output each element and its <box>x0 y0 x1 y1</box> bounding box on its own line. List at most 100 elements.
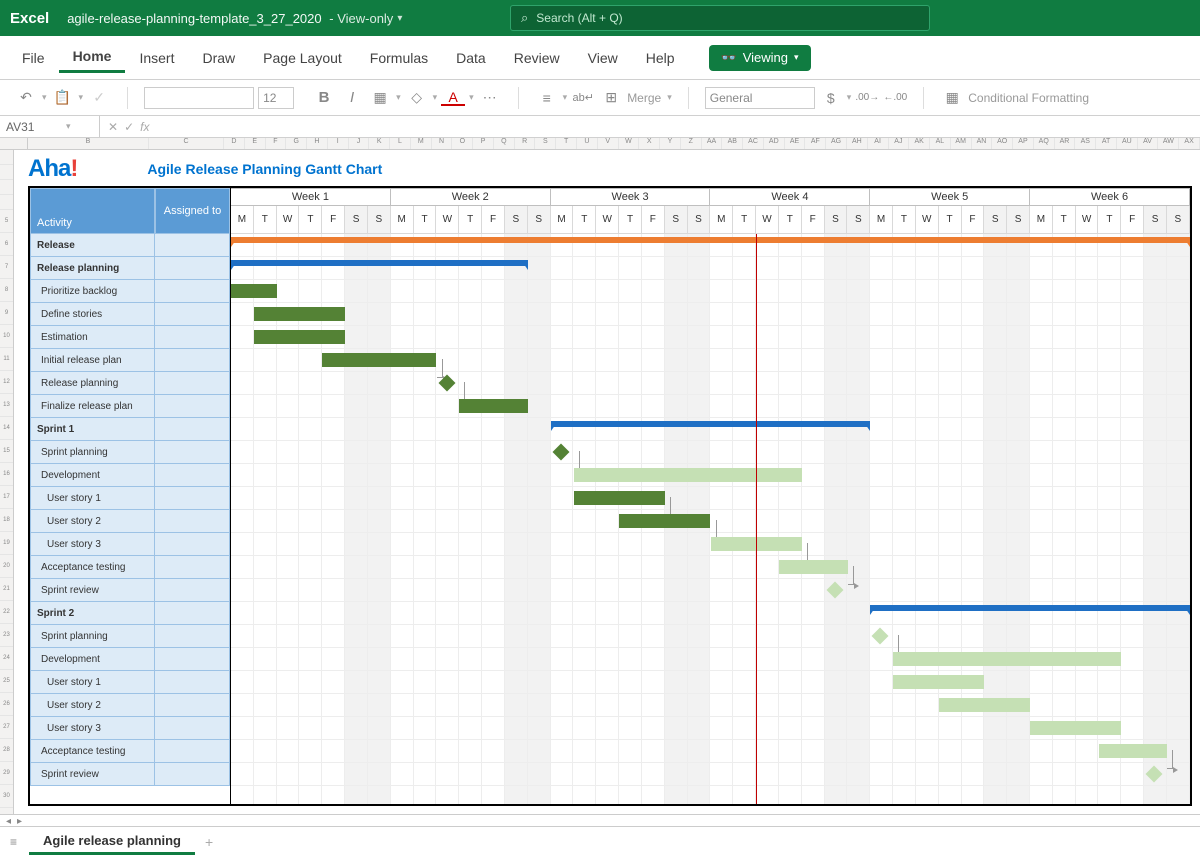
menu-review[interactable]: Review <box>500 44 574 72</box>
align-icon[interactable]: ≡ <box>535 86 559 110</box>
viewing-button[interactable]: 👓 Viewing ▾ <box>709 45 811 71</box>
task-assigned[interactable] <box>155 418 230 441</box>
cancel-icon[interactable]: ✕ <box>108 120 118 134</box>
font-size-select[interactable] <box>258 87 294 109</box>
borders-icon[interactable]: ▦ <box>368 86 392 110</box>
merge-icon[interactable]: ⊞ <box>599 86 623 110</box>
task-activity[interactable]: User story 2 <box>30 694 155 717</box>
task-assigned[interactable] <box>155 257 230 280</box>
task-activity[interactable]: Sprint planning <box>30 441 155 464</box>
gantt-bar[interactable] <box>893 675 984 689</box>
menu-insert[interactable]: Insert <box>125 44 188 72</box>
fx-icon[interactable]: fx <box>140 120 149 134</box>
wrap-text-icon[interactable]: ab↵ <box>571 86 595 110</box>
task-activity[interactable]: User story 1 <box>30 487 155 510</box>
task-activity[interactable]: Development <box>30 648 155 671</box>
file-name[interactable]: agile-release-planning-template_3_27_202… <box>67 11 321 26</box>
task-assigned[interactable] <box>155 487 230 510</box>
increase-decimal-icon[interactable]: ←.00 <box>883 86 907 110</box>
more-icon[interactable]: ⋯ <box>478 86 502 110</box>
task-activity[interactable]: Sprint planning <box>30 625 155 648</box>
gantt-bar[interactable] <box>1030 721 1121 735</box>
gantt-bar[interactable] <box>322 353 436 367</box>
task-activity[interactable]: Finalize release plan <box>30 395 155 418</box>
task-activity[interactable]: User story 1 <box>30 671 155 694</box>
task-assigned[interactable] <box>155 303 230 326</box>
task-assigned[interactable] <box>155 602 230 625</box>
name-box[interactable]: ▾ <box>0 116 100 137</box>
task-assigned[interactable] <box>155 671 230 694</box>
task-assigned[interactable] <box>155 579 230 602</box>
font-name-select[interactable] <box>144 87 254 109</box>
gantt-milestone[interactable] <box>1146 766 1163 783</box>
task-activity[interactable]: Sprint 2 <box>30 602 155 625</box>
confirm-icon[interactable]: ✓ <box>124 120 134 134</box>
sheet-tab-active[interactable]: Agile release planning <box>29 829 195 855</box>
task-activity[interactable]: Estimation <box>30 326 155 349</box>
task-activity[interactable]: Sprint review <box>30 763 155 786</box>
task-assigned[interactable] <box>155 694 230 717</box>
task-assigned[interactable] <box>155 533 230 556</box>
gantt-bar[interactable] <box>231 237 1190 243</box>
task-activity[interactable]: Initial release plan <box>30 349 155 372</box>
task-assigned[interactable] <box>155 464 230 487</box>
task-activity[interactable]: Prioritize backlog <box>30 280 155 303</box>
gantt-bar[interactable] <box>574 468 802 482</box>
all-sheets-icon[interactable]: ≡ <box>10 835 17 849</box>
gantt-bar[interactable] <box>1099 744 1168 758</box>
gantt-bar[interactable] <box>231 260 528 266</box>
task-assigned[interactable] <box>155 648 230 671</box>
task-activity[interactable]: User story 2 <box>30 510 155 533</box>
task-assigned[interactable] <box>155 372 230 395</box>
chevron-down-icon[interactable]: ▾ <box>397 13 402 24</box>
task-assigned[interactable] <box>155 510 230 533</box>
menu-data[interactable]: Data <box>442 44 500 72</box>
task-assigned[interactable] <box>155 395 230 418</box>
task-activity[interactable]: Sprint review <box>30 579 155 602</box>
menu-draw[interactable]: Draw <box>188 44 249 72</box>
search-box[interactable]: ⌕ Search (Alt + Q) <box>510 5 930 31</box>
bold-icon[interactable]: B <box>312 86 336 110</box>
task-assigned[interactable] <box>155 234 230 257</box>
task-assigned[interactable] <box>155 280 230 303</box>
format-painter-icon[interactable]: ✓ <box>87 86 111 110</box>
task-activity[interactable]: Define stories <box>30 303 155 326</box>
task-activity[interactable]: Sprint 1 <box>30 418 155 441</box>
task-assigned[interactable] <box>155 556 230 579</box>
task-activity[interactable]: Release planning <box>30 257 155 280</box>
gantt-milestone[interactable] <box>872 628 889 645</box>
italic-icon[interactable]: I <box>340 86 364 110</box>
undo-icon[interactable]: ↶ <box>14 86 38 110</box>
task-assigned[interactable] <box>155 717 230 740</box>
gantt-bar[interactable] <box>939 698 1030 712</box>
gantt-milestone[interactable] <box>552 444 569 461</box>
task-activity[interactable]: User story 3 <box>30 533 155 556</box>
font-color-icon[interactable]: A <box>441 90 465 106</box>
task-activity[interactable]: Acceptance testing <box>30 556 155 579</box>
merge-label[interactable]: Merge <box>627 91 661 105</box>
currency-icon[interactable]: $ <box>819 86 843 110</box>
task-activity[interactable]: Release planning <box>30 372 155 395</box>
column-headers[interactable]: BCDEFGHIJKLMNOPQRSTUVWXYZAAABACADAEAFAGA… <box>0 138 1200 150</box>
task-activity[interactable]: Acceptance testing <box>30 740 155 763</box>
decrease-decimal-icon[interactable]: .00→ <box>855 86 879 110</box>
gantt-milestone[interactable] <box>826 582 843 599</box>
gantt-bar[interactable] <box>574 491 665 505</box>
add-sheet-icon[interactable]: + <box>205 834 213 850</box>
task-activity[interactable]: Development <box>30 464 155 487</box>
gantt-bar[interactable] <box>551 421 871 427</box>
gantt-bar[interactable] <box>779 560 848 574</box>
task-activity[interactable]: User story 3 <box>30 717 155 740</box>
menu-file[interactable]: File <box>8 44 59 72</box>
gantt-bar[interactable] <box>893 652 1121 666</box>
task-activity[interactable]: Release <box>30 234 155 257</box>
menu-formulas[interactable]: Formulas <box>356 44 442 72</box>
gantt-bar[interactable] <box>231 284 277 298</box>
task-assigned[interactable] <box>155 763 230 786</box>
gantt-bar[interactable] <box>254 330 345 344</box>
task-assigned[interactable] <box>155 625 230 648</box>
menu-page-layout[interactable]: Page Layout <box>249 44 356 72</box>
conditional-fmt-icon[interactable]: ▦ <box>940 86 964 110</box>
gantt-bar[interactable] <box>619 514 710 528</box>
clipboard-icon[interactable]: 📋 <box>51 86 75 110</box>
